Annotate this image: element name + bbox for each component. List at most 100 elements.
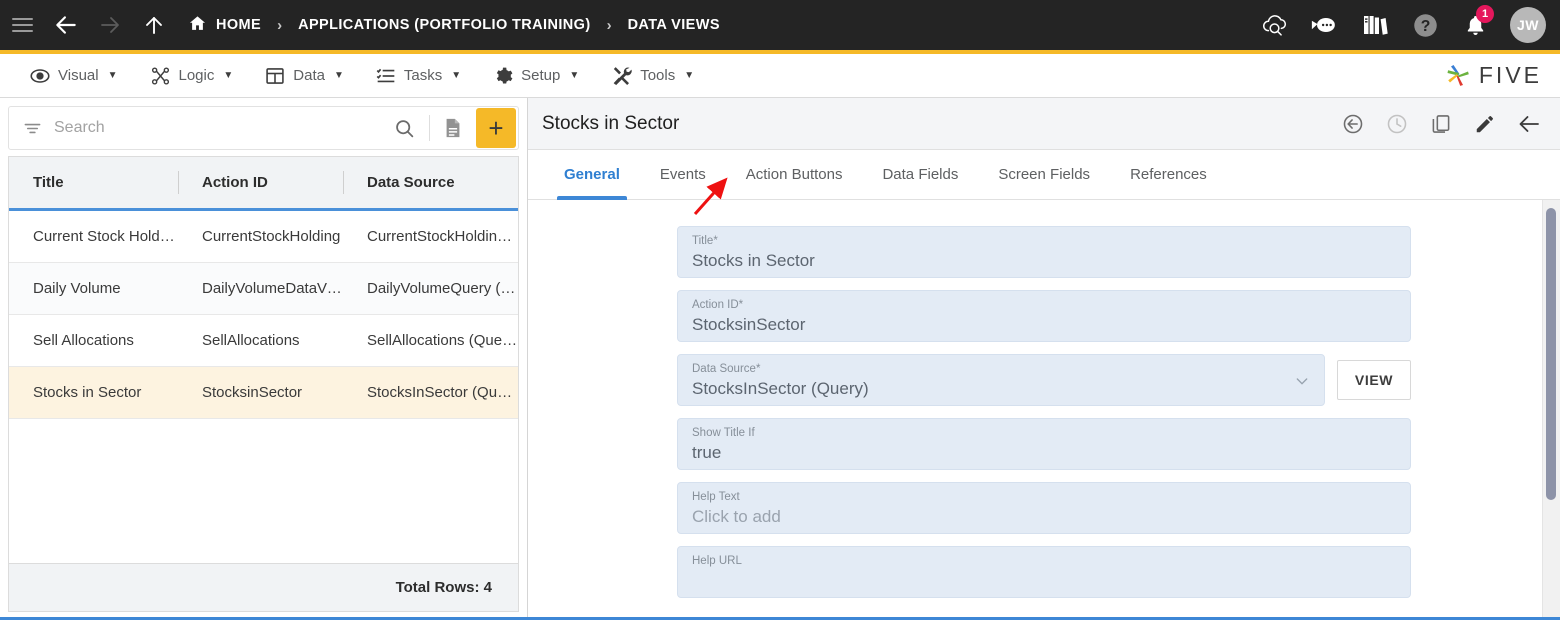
cell-data-source: SellAllocations (Que… (367, 332, 518, 349)
chevron-down-icon: ▼ (569, 70, 580, 81)
view-button[interactable]: VIEW (1337, 360, 1411, 400)
show-title-if-field[interactable]: Show Title If true (677, 418, 1411, 470)
general-form: Title* Stocks in Sector Action ID* Stock… (528, 200, 1560, 620)
filter-icon[interactable] (9, 119, 54, 138)
revert-icon[interactable] (1338, 109, 1368, 139)
form-fields-container: Title* Stocks in Sector Action ID* Stock… (528, 200, 1560, 610)
menu-label-setup: Setup (521, 67, 561, 84)
topbar-actions: ? 1 JW (1252, 0, 1560, 50)
nav-forward-icon[interactable] (88, 0, 132, 50)
breadcrumb-item-data-views[interactable]: DATA VIEWS (626, 0, 722, 50)
column-header-data-source[interactable]: Data Source (343, 157, 518, 208)
data-source-field-label: Data Source* (692, 363, 761, 375)
document-icon[interactable] (430, 116, 476, 140)
grid-header-row: Title Action ID Data Source (9, 157, 518, 211)
user-avatar[interactable]: JW (1510, 7, 1546, 43)
field-row-data-source: Data Source* StocksInSector (Query) VIEW (677, 354, 1411, 406)
title-field[interactable]: Title* Stocks in Sector (677, 226, 1411, 278)
nav-up-icon[interactable] (132, 0, 176, 50)
search-icon[interactable] (380, 118, 429, 139)
cell-data-source: StocksInSector (Que… (367, 384, 518, 401)
tab-screen-fields[interactable]: Screen Fields (978, 150, 1110, 199)
chevron-down-icon: ▼ (684, 70, 695, 81)
left-list-panel: + Title Action ID Data Source Current St… (0, 98, 528, 620)
vertical-scrollbar[interactable] (1546, 200, 1556, 620)
five-app-window: HOME › APPLICATIONS (PORTFOLIO TRAINING)… (0, 0, 1560, 620)
books-icon[interactable] (1352, 0, 1398, 50)
table-row-selected[interactable]: Stocks in Sector StocksinSector StocksIn… (9, 367, 518, 419)
show-title-if-field-value: true (692, 443, 722, 462)
cell-title: Daily Volume (33, 280, 121, 297)
breadcrumb-item-home[interactable]: HOME (186, 0, 263, 50)
help-text-field[interactable]: Help Text Click to add (677, 482, 1411, 534)
hamburger-menu-icon[interactable] (0, 0, 44, 50)
table-row[interactable]: Daily Volume DailyVolumeDataView DailyVo… (9, 263, 518, 315)
field-row-help-url: Help URL (677, 546, 1411, 598)
menu-label-tasks: Tasks (403, 67, 443, 84)
title-field-value: Stocks in Sector (692, 251, 815, 270)
history-clock-icon[interactable] (1382, 109, 1412, 139)
cloud-search-icon[interactable] (1252, 0, 1298, 50)
scrollbar-thumb[interactable] (1546, 208, 1556, 500)
search-input[interactable] (54, 119, 380, 137)
column-header-title[interactable]: Title (9, 157, 178, 208)
breadcrumb-data-views-label: DATA VIEWS (627, 17, 720, 33)
five-logo: FIVE (1443, 62, 1542, 90)
menu-item-setup[interactable]: Setup ▼ (477, 54, 595, 98)
breadcrumb-home-label: HOME (216, 17, 262, 33)
help-text-field-value: Click to add (692, 507, 781, 526)
help-icon[interactable]: ? (1402, 0, 1448, 50)
logic-graph-icon (150, 66, 171, 86)
breadcrumb-applications-label: APPLICATIONS (PORTFOLIO TRAINING) (298, 17, 591, 33)
menu-item-tools[interactable]: Tools ▼ (595, 54, 710, 98)
table-icon (265, 66, 285, 86)
menu-item-data[interactable]: Data ▼ (249, 54, 360, 98)
cell-title: Current Stock Holding (33, 228, 178, 245)
tab-events[interactable]: Events (640, 150, 726, 199)
eye-icon (30, 66, 50, 86)
menu-item-tasks[interactable]: Tasks ▼ (360, 54, 477, 98)
main-menu-bar: Visual ▼ Logic ▼ Data ▼ Tasks ▼ Setup ▼ … (0, 54, 1560, 98)
action-id-field-value: StocksinSector (692, 315, 806, 334)
top-navigation-bar: HOME › APPLICATIONS (PORTFOLIO TRAINING)… (0, 0, 1560, 50)
action-id-field-label: Action ID* (692, 299, 744, 311)
column-header-action-id[interactable]: Action ID (178, 157, 343, 208)
home-icon (188, 14, 207, 37)
add-new-button[interactable]: + (476, 108, 516, 148)
help-url-field[interactable]: Help URL (677, 546, 1411, 598)
tab-data-fields[interactable]: Data Fields (862, 150, 978, 199)
tab-action-buttons[interactable]: Action Buttons (726, 150, 863, 199)
checklist-icon (376, 66, 396, 86)
notification-badge: 1 (1476, 5, 1494, 23)
chevron-down-icon: ▼ (107, 70, 118, 81)
table-row[interactable]: Current Stock Holding CurrentStockHoldin… (9, 211, 518, 263)
action-id-field[interactable]: Action ID* StocksinSector (677, 290, 1411, 342)
breadcrumb-item-applications[interactable]: APPLICATIONS (PORTFOLIO TRAINING) (296, 0, 592, 50)
notifications-bell-icon[interactable]: 1 (1452, 0, 1498, 50)
table-row[interactable]: Sell Allocations SellAllocations SellAll… (9, 315, 518, 367)
field-row-title: Title* Stocks in Sector (677, 226, 1411, 278)
nav-back-icon[interactable] (44, 0, 88, 50)
total-rows-label: Total Rows: 4 (9, 563, 518, 611)
chevron-down-icon: ▼ (333, 70, 344, 81)
back-arrow-icon[interactable] (1514, 109, 1544, 139)
search-bar: + (8, 106, 519, 150)
gear-icon (493, 66, 513, 86)
menu-label-visual: Visual (58, 67, 99, 84)
menu-item-logic[interactable]: Logic ▼ (134, 54, 250, 98)
detail-tabs: General Events Action Buttons Data Field… (528, 150, 1560, 200)
title-field-label: Title* (692, 235, 718, 247)
cell-action-id: StocksinSector (202, 384, 303, 401)
data-source-select[interactable]: Data Source* StocksInSector (Query) (677, 354, 1325, 406)
help-url-field-label: Help URL (692, 555, 742, 567)
chevron-down-icon[interactable] (1294, 373, 1310, 393)
chat-bot-icon[interactable] (1302, 0, 1348, 50)
field-row-show-title-if: Show Title If true (677, 418, 1411, 470)
tab-references[interactable]: References (1110, 150, 1227, 199)
tab-general[interactable]: General (544, 150, 640, 200)
edit-pencil-icon[interactable] (1470, 109, 1500, 139)
menu-item-visual[interactable]: Visual ▼ (14, 54, 134, 98)
breadcrumb-separator-1: › (277, 16, 283, 34)
duplicate-icon[interactable] (1426, 109, 1456, 139)
chevron-down-icon: ▼ (223, 70, 234, 81)
